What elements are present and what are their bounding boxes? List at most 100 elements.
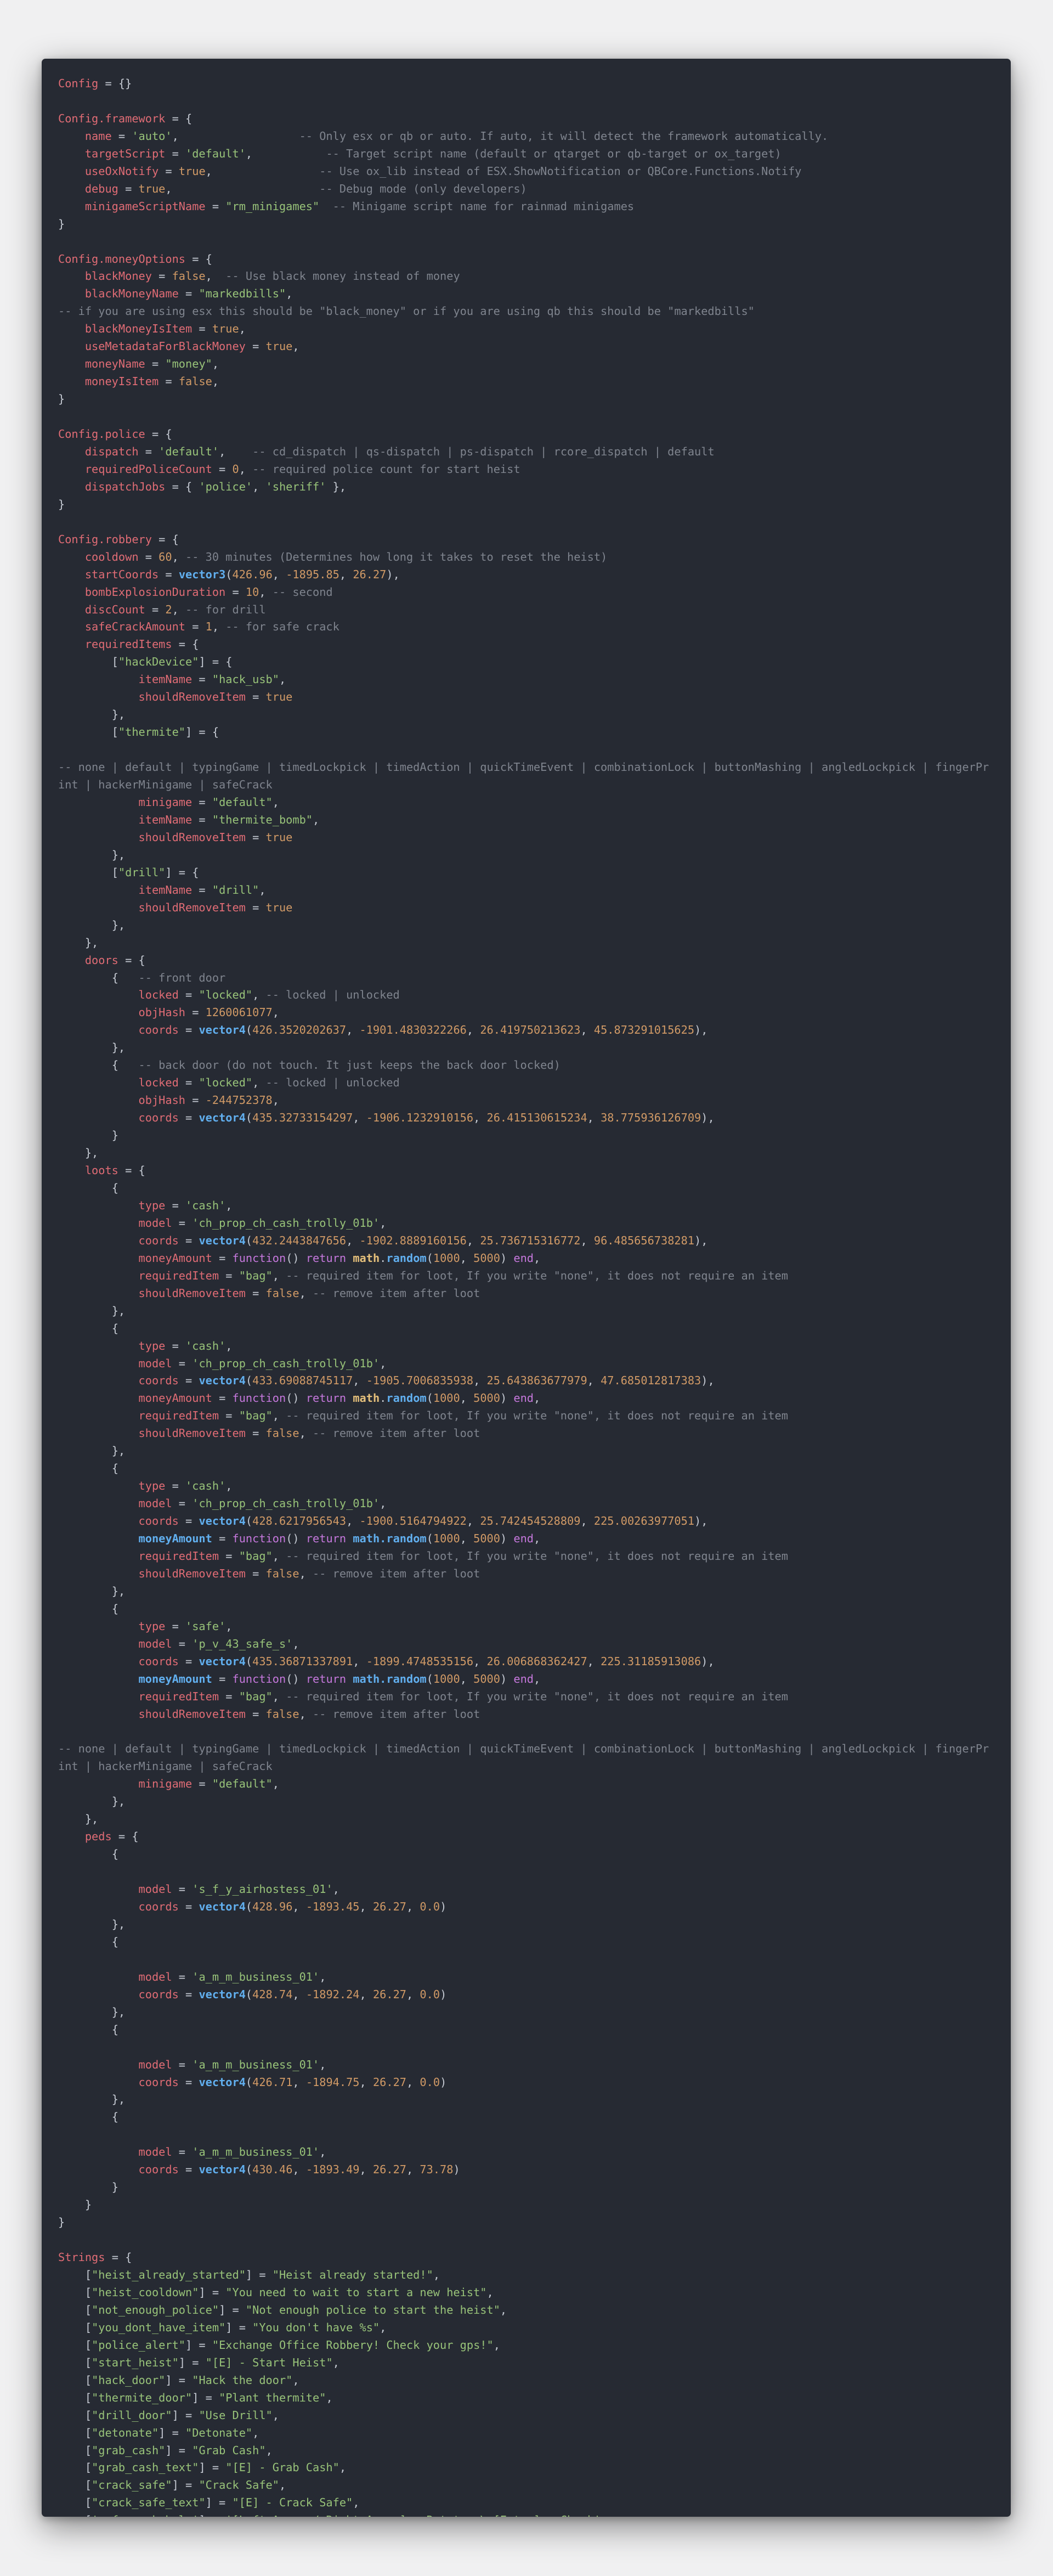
code-line: ["crack_safe"] = "Crack Safe",: [58, 2477, 994, 2494]
code-token: }: [58, 497, 65, 511]
code-line: ['safecrack_help'] = '[Left Arrow / Righ…: [58, 2512, 994, 2517]
code-token: model: [138, 1882, 172, 1896]
code-token: 26.415130615234: [486, 1111, 587, 1125]
code-line: minigame = "default",: [58, 1775, 994, 1793]
code-token: [: [58, 2513, 92, 2517]
code-token: function: [232, 1251, 286, 1265]
code-token: =: [219, 1409, 239, 1423]
code-line: ["detonate"] = "Detonate",: [58, 2425, 994, 2442]
code-token: 'default': [185, 146, 246, 160]
code-token: =: [165, 1619, 186, 1633]
code-token: true: [138, 182, 166, 195]
code-line: }: [58, 391, 994, 408]
code-token: (): [286, 1672, 306, 1686]
code-token: debug: [84, 182, 118, 195]
code-token: "detonate": [92, 2426, 159, 2439]
code-line: discCount = 2, -- for drill: [58, 601, 994, 619]
code-token: 225.31185913086: [601, 1654, 701, 1668]
code-token: shouldRemoveItem: [138, 1427, 246, 1440]
code-token: ,: [466, 1514, 480, 1528]
code-token: ),: [694, 1233, 708, 1247]
code-token: },: [58, 1584, 126, 1598]
code-token: ,: [299, 1286, 313, 1300]
code-token: = {: [185, 252, 212, 266]
code-token: ,: [460, 1251, 474, 1265]
code-line: locked = "locked", -- locked | unlocked: [58, 987, 994, 1004]
code-token: 73.78: [420, 2163, 454, 2177]
code-token: 435.36871337891: [252, 1654, 353, 1668]
code-token: function: [232, 1672, 286, 1686]
code-token: true: [265, 340, 293, 353]
code-token: ,: [332, 2355, 339, 2369]
code-line: },: [58, 1303, 994, 1320]
code-line: },: [58, 2004, 994, 2021]
code-token: "thermite_bomb": [212, 813, 313, 826]
code-token: -- 30 minutes (Determines how long it ta…: [185, 550, 608, 563]
code-token: ,: [245, 146, 326, 160]
code-token: "drill": [118, 865, 166, 879]
code-token: requiredItems: [84, 638, 172, 651]
code-token: ,: [346, 1514, 360, 1528]
code-line: objHash = 1260061077,: [58, 1004, 994, 1022]
code-line: blackMoneyName = "markedbills",: [58, 285, 994, 303]
code-token: ,: [299, 1707, 313, 1721]
code-token: -- locked | unlocked: [265, 988, 400, 1002]
code-token: random: [386, 1251, 427, 1265]
code-line: dispatchJobs = { 'police', 'sheriff' },: [58, 478, 994, 496]
code-token: (: [245, 1987, 253, 2001]
code-token: ,: [272, 1006, 279, 1019]
code-token: ,: [380, 1216, 387, 1230]
code-token: shouldRemoveItem: [138, 690, 246, 704]
code-line: {: [58, 1600, 994, 1618]
code-token: =: [219, 1689, 239, 1703]
code-token: coords: [138, 1023, 179, 1037]
code-token: -1902.8889160156: [359, 1233, 467, 1247]
code-token: {: [58, 1847, 118, 1861]
code-token: 5000: [473, 1391, 500, 1405]
code-token: ] = {: [199, 655, 233, 669]
code-token: = {: [118, 1164, 145, 1177]
code-token: =: [245, 1427, 266, 1440]
code-token: minigame: [138, 796, 193, 809]
code-line: ["drill_door"] = "Use Drill",: [58, 2407, 994, 2425]
code-token: -- none | default | typingGame | timedLo…: [58, 1742, 989, 1773]
code-token: "bag": [239, 1549, 273, 1563]
code-token: 0: [232, 462, 239, 476]
code-token: vector4: [199, 1900, 246, 1914]
code-token: ,: [380, 2320, 387, 2334]
code-token: vector4: [199, 2075, 246, 2089]
code-block[interactable]: Config = {} Config.framework = { name = '…: [42, 59, 1011, 2517]
code-token: end: [513, 1532, 534, 1546]
code-token: 'safecrack_help': [92, 2513, 199, 2517]
code-token: 96.485656738281: [593, 1233, 695, 1247]
code-token: ] =: [185, 2338, 212, 2352]
code-token: "Crack Safe": [199, 2478, 279, 2492]
code-token: "bag": [239, 1269, 273, 1282]
code-line: minigameScriptName = "rm_minigames" -- M…: [58, 198, 994, 216]
code-token: moneyAmount: [138, 1391, 212, 1405]
code-line: safeCrackAmount = 1, -- for safe crack: [58, 618, 994, 636]
code-token: 'ch_prop_ch_cash_trolly_01b': [192, 1356, 380, 1370]
code-token: ,: [406, 2075, 420, 2089]
code-token: (): [286, 1391, 306, 1405]
code-token: "heist_already_started": [92, 2268, 246, 2281]
code-line: ["crack_safe_text"] = "[E] - Crack Safe"…: [58, 2494, 994, 2512]
code-token: = {: [111, 1830, 139, 1844]
code-token: =: [245, 1707, 266, 1721]
code-token: =: [205, 199, 226, 213]
code-token: ,: [172, 550, 186, 563]
code-token: =: [192, 813, 212, 826]
code-token: },: [58, 1812, 99, 1826]
code-line: blackMoneyIsItem = true,: [58, 320, 994, 338]
code-token: ] =: [172, 2408, 199, 2422]
code-token: ,: [460, 1672, 474, 1686]
code-token: vector4: [199, 1023, 246, 1037]
